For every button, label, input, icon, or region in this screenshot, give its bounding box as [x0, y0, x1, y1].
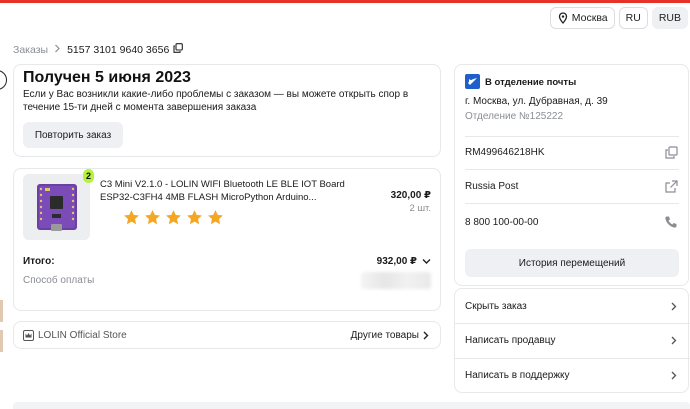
carrier-phone[interactable]: 8 800 100-00-00 [465, 217, 538, 228]
order-status-card: Получен 5 июня 2023 Если у Вас возникли … [13, 64, 441, 157]
other-goods-label: Другие товары [350, 330, 419, 341]
quantity-badge: 2 [83, 169, 94, 183]
divider [465, 136, 679, 137]
product-name[interactable]: C3 Mini V2.1.0 - LOLIN WIFI Bluetooth LE… [100, 179, 360, 204]
order-number: 5157 3101 9640 3656 [67, 43, 170, 56]
divider [465, 169, 679, 170]
edge-decoration [0, 330, 3, 352]
star-icon[interactable] [144, 209, 161, 226]
store-crown-icon [23, 330, 34, 341]
chevron-right-icon [671, 371, 677, 380]
repeat-order-button[interactable]: Повторить заказ [23, 122, 123, 148]
currency-selector[interactable]: RUB [651, 7, 688, 29]
breadcrumb-orders-link[interactable]: Заказы [13, 44, 48, 56]
total-label: Итого: [23, 256, 55, 267]
divider [455, 358, 690, 359]
copy-icon[interactable] [665, 146, 678, 159]
divider [465, 203, 679, 204]
store-card: LOLIN Official Store Другие товары [13, 321, 441, 349]
location-pin-icon [558, 12, 567, 24]
product-card: 2 C3 Mini V2.1.0 - LOLIN WIFI Bluetooth … [13, 168, 441, 311]
order-actions-card: Скрыть заказ Написать продавцу Написать … [454, 288, 690, 393]
divider [23, 249, 433, 250]
currency-label: RUB [658, 12, 681, 24]
delivery-card: В отделение почты г. Москва, ул. Дубравн… [454, 64, 689, 286]
star-icon[interactable] [165, 209, 182, 226]
edge-decoration [0, 300, 3, 322]
city-label: Москва [571, 12, 608, 24]
total-value: 932,00 ₽ [376, 256, 417, 267]
store-name[interactable]: LOLIN Official Store [38, 330, 127, 341]
chevron-right-icon [54, 44, 61, 56]
russian-post-logo-icon [465, 74, 480, 89]
payment-method-label: Способ оплаты [23, 275, 95, 286]
chevron-down-icon [422, 259, 431, 264]
chevron-right-icon [671, 336, 677, 345]
phone-icon[interactable] [664, 215, 678, 229]
chevron-right-icon [423, 331, 429, 340]
star-icon[interactable] [186, 209, 203, 226]
language-label: RU [625, 12, 641, 24]
total-value-toggle[interactable]: 932,00 ₽ [377, 256, 431, 267]
copy-icon[interactable] [173, 43, 184, 56]
carrier-name: Russia Post [465, 181, 519, 192]
order-status-title: Получен 5 июня 2023 [23, 69, 191, 86]
language-selector[interactable]: RU [618, 7, 648, 29]
divider [455, 323, 690, 324]
hide-order-button[interactable]: Скрыть заказ [465, 301, 527, 312]
delivery-address: г. Москва, ул. Дубравная, д. 39 [465, 96, 608, 107]
back-button-circle[interactable] [0, 70, 7, 90]
rating-stars[interactable] [123, 209, 224, 226]
payment-method-value [361, 272, 431, 289]
star-icon[interactable] [123, 209, 140, 226]
other-goods-link[interactable]: Другие товары [351, 330, 429, 341]
product-price: 320,00 ₽ [390, 190, 431, 201]
post-office-number: Отделение №125222 [465, 111, 564, 122]
tracking-number: RM499646218HK [465, 147, 545, 158]
product-image[interactable] [23, 174, 90, 240]
product-quantity: 2 шт. [409, 203, 431, 214]
delivery-method: В отделение почты [485, 77, 577, 88]
bottom-section-edge [13, 402, 690, 409]
top-controls: Москва RU RUB [549, 7, 688, 29]
city-selector[interactable]: Москва [549, 7, 615, 29]
star-icon[interactable] [207, 209, 224, 226]
chevron-right-icon [671, 302, 677, 311]
breadcrumb: Заказы 5157 3101 9640 3656 [13, 43, 184, 56]
top-accent-bar [0, 0, 690, 3]
external-link-icon[interactable] [665, 180, 678, 193]
tracking-history-button[interactable]: История перемещений [465, 249, 679, 277]
dispute-info-text: Если у Вас возникли какие-либо проблемы … [23, 89, 409, 113]
write-support-button[interactable]: Написать в поддержку [465, 370, 570, 381]
write-seller-button[interactable]: Написать продавцу [465, 335, 555, 346]
